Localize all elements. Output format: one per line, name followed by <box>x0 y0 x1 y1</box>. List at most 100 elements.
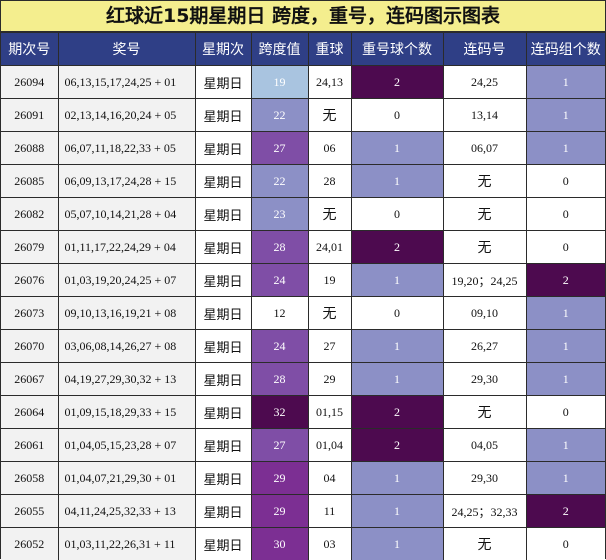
consecutive-groups-cell: 0 <box>526 396 605 429</box>
header-numbers: 奖号 <box>58 33 195 66</box>
issue-cell: 26073 <box>1 297 58 330</box>
numbers-cell: 01,03,19,20,24,25 + 07 <box>58 264 195 297</box>
repeat-balls-cell: 19 <box>308 264 351 297</box>
repeat-balls-cell: 24,01 <box>308 231 351 264</box>
repeat-balls-cell: 无 <box>308 297 351 330</box>
consecutive-groups-cell: 0 <box>526 528 605 560</box>
repeat-count-cell: 0 <box>351 198 443 231</box>
repeat-count-cell: 1 <box>351 363 443 396</box>
weekday-cell: 星期日 <box>195 198 251 231</box>
consecutive-groups-cell: 0 <box>526 198 605 231</box>
issue-cell: 26064 <box>1 396 58 429</box>
span-cell: 22 <box>251 165 308 198</box>
consecutive-groups-cell: 0 <box>526 231 605 264</box>
consecutive-groups-cell: 1 <box>526 363 605 396</box>
repeat-count-cell: 0 <box>351 99 443 132</box>
consecutive-cell: 26,27 <box>443 330 526 363</box>
repeat-count-cell: 1 <box>351 330 443 363</box>
table-row: 2608506,09,13,17,24,28 + 15星期日22281无0 <box>1 165 605 198</box>
repeat-count-cell: 1 <box>351 528 443 560</box>
header-repeat-count: 重号球个数 <box>351 33 443 66</box>
table-row: 2609102,13,14,16,20,24 + 05星期日22无013,141 <box>1 99 605 132</box>
numbers-cell: 06,09,13,17,24,28 + 15 <box>58 165 195 198</box>
repeat-balls-cell: 04 <box>308 462 351 495</box>
span-cell: 28 <box>251 231 308 264</box>
repeat-balls-cell: 03 <box>308 528 351 560</box>
numbers-cell: 06,13,15,17,24,25 + 01 <box>58 66 195 99</box>
consecutive-groups-cell: 1 <box>526 330 605 363</box>
weekday-cell: 星期日 <box>195 231 251 264</box>
repeat-count-cell: 1 <box>351 495 443 528</box>
repeat-balls-cell: 无 <box>308 198 351 231</box>
table-row: 2607601,03,19,20,24,25 + 07星期日2419119,20… <box>1 264 605 297</box>
span-cell: 28 <box>251 363 308 396</box>
repeat-count-cell: 2 <box>351 231 443 264</box>
repeat-balls-cell: 11 <box>308 495 351 528</box>
issue-cell: 26070 <box>1 330 58 363</box>
weekday-cell: 星期日 <box>195 132 251 165</box>
span-cell: 29 <box>251 462 308 495</box>
consecutive-groups-cell: 1 <box>526 66 605 99</box>
span-cell: 23 <box>251 198 308 231</box>
consecutive-cell: 19,20；24,25 <box>443 264 526 297</box>
weekday-cell: 星期日 <box>195 330 251 363</box>
repeat-balls-cell: 28 <box>308 165 351 198</box>
repeat-balls-cell: 27 <box>308 330 351 363</box>
issue-cell: 26094 <box>1 66 58 99</box>
consecutive-cell: 无 <box>443 165 526 198</box>
header-consecutive: 连码号 <box>443 33 526 66</box>
header-row: 期次号 奖号 星期次 跨度值 重球 重号球个数 连码号 连码组个数 <box>1 33 605 66</box>
span-cell: 27 <box>251 429 308 462</box>
weekday-cell: 星期日 <box>195 363 251 396</box>
consecutive-cell: 13,14 <box>443 99 526 132</box>
repeat-balls-cell: 01,04 <box>308 429 351 462</box>
issue-cell: 26067 <box>1 363 58 396</box>
consecutive-groups-cell: 1 <box>526 462 605 495</box>
weekday-cell: 星期日 <box>195 396 251 429</box>
span-cell: 22 <box>251 99 308 132</box>
issue-cell: 26085 <box>1 165 58 198</box>
weekday-cell: 星期日 <box>195 66 251 99</box>
repeat-count-cell: 1 <box>351 165 443 198</box>
numbers-cell: 01,04,07,21,29,30 + 01 <box>58 462 195 495</box>
repeat-balls-cell: 29 <box>308 363 351 396</box>
weekday-cell: 星期日 <box>195 528 251 560</box>
data-table: 期次号 奖号 星期次 跨度值 重球 重号球个数 连码号 连码组个数 260940… <box>1 32 605 560</box>
consecutive-cell: 04,05 <box>443 429 526 462</box>
numbers-cell: 01,04,05,15,23,28 + 07 <box>58 429 195 462</box>
numbers-cell: 04,11,24,25,32,33 + 13 <box>58 495 195 528</box>
repeat-balls-cell: 01,15 <box>308 396 351 429</box>
repeat-count-cell: 1 <box>351 264 443 297</box>
table-body: 2609406,13,15,17,24,25 + 01星期日1924,13224… <box>1 66 605 560</box>
numbers-cell: 03,06,08,14,26,27 + 08 <box>58 330 195 363</box>
numbers-cell: 05,07,10,14,21,28 + 04 <box>58 198 195 231</box>
consecutive-groups-cell: 0 <box>526 165 605 198</box>
numbers-cell: 04,19,27,29,30,32 + 13 <box>58 363 195 396</box>
table-row: 2605801,04,07,21,29,30 + 01星期日2904129,30… <box>1 462 605 495</box>
table-row: 2606101,04,05,15,23,28 + 07星期日2701,04204… <box>1 429 605 462</box>
repeat-count-cell: 2 <box>351 396 443 429</box>
numbers-cell: 01,09,15,18,29,33 + 15 <box>58 396 195 429</box>
consecutive-cell: 无 <box>443 396 526 429</box>
consecutive-groups-cell: 1 <box>526 132 605 165</box>
table-row: 2605504,11,24,25,32,33 + 13星期日2911124,25… <box>1 495 605 528</box>
consecutive-cell: 无 <box>443 528 526 560</box>
consecutive-groups-cell: 2 <box>526 264 605 297</box>
consecutive-groups-cell: 1 <box>526 429 605 462</box>
issue-cell: 26088 <box>1 132 58 165</box>
table-row: 2607003,06,08,14,26,27 + 08星期日2427126,27… <box>1 330 605 363</box>
weekday-cell: 星期日 <box>195 462 251 495</box>
consecutive-cell: 无 <box>443 231 526 264</box>
weekday-cell: 星期日 <box>195 99 251 132</box>
header-weekday: 星期次 <box>195 33 251 66</box>
span-cell: 19 <box>251 66 308 99</box>
table-row: 2608806,07,11,18,22,33 + 05星期日2706106,07… <box>1 132 605 165</box>
table-row: 2606704,19,27,29,30,32 + 13星期日2829129,30… <box>1 363 605 396</box>
consecutive-cell: 24,25；32,33 <box>443 495 526 528</box>
numbers-cell: 06,07,11,18,22,33 + 05 <box>58 132 195 165</box>
numbers-cell: 02,13,14,16,20,24 + 05 <box>58 99 195 132</box>
issue-cell: 26076 <box>1 264 58 297</box>
header-issue: 期次号 <box>1 33 58 66</box>
table-row: 2607901,11,17,22,24,29 + 04星期日2824,012无0 <box>1 231 605 264</box>
consecutive-groups-cell: 2 <box>526 495 605 528</box>
